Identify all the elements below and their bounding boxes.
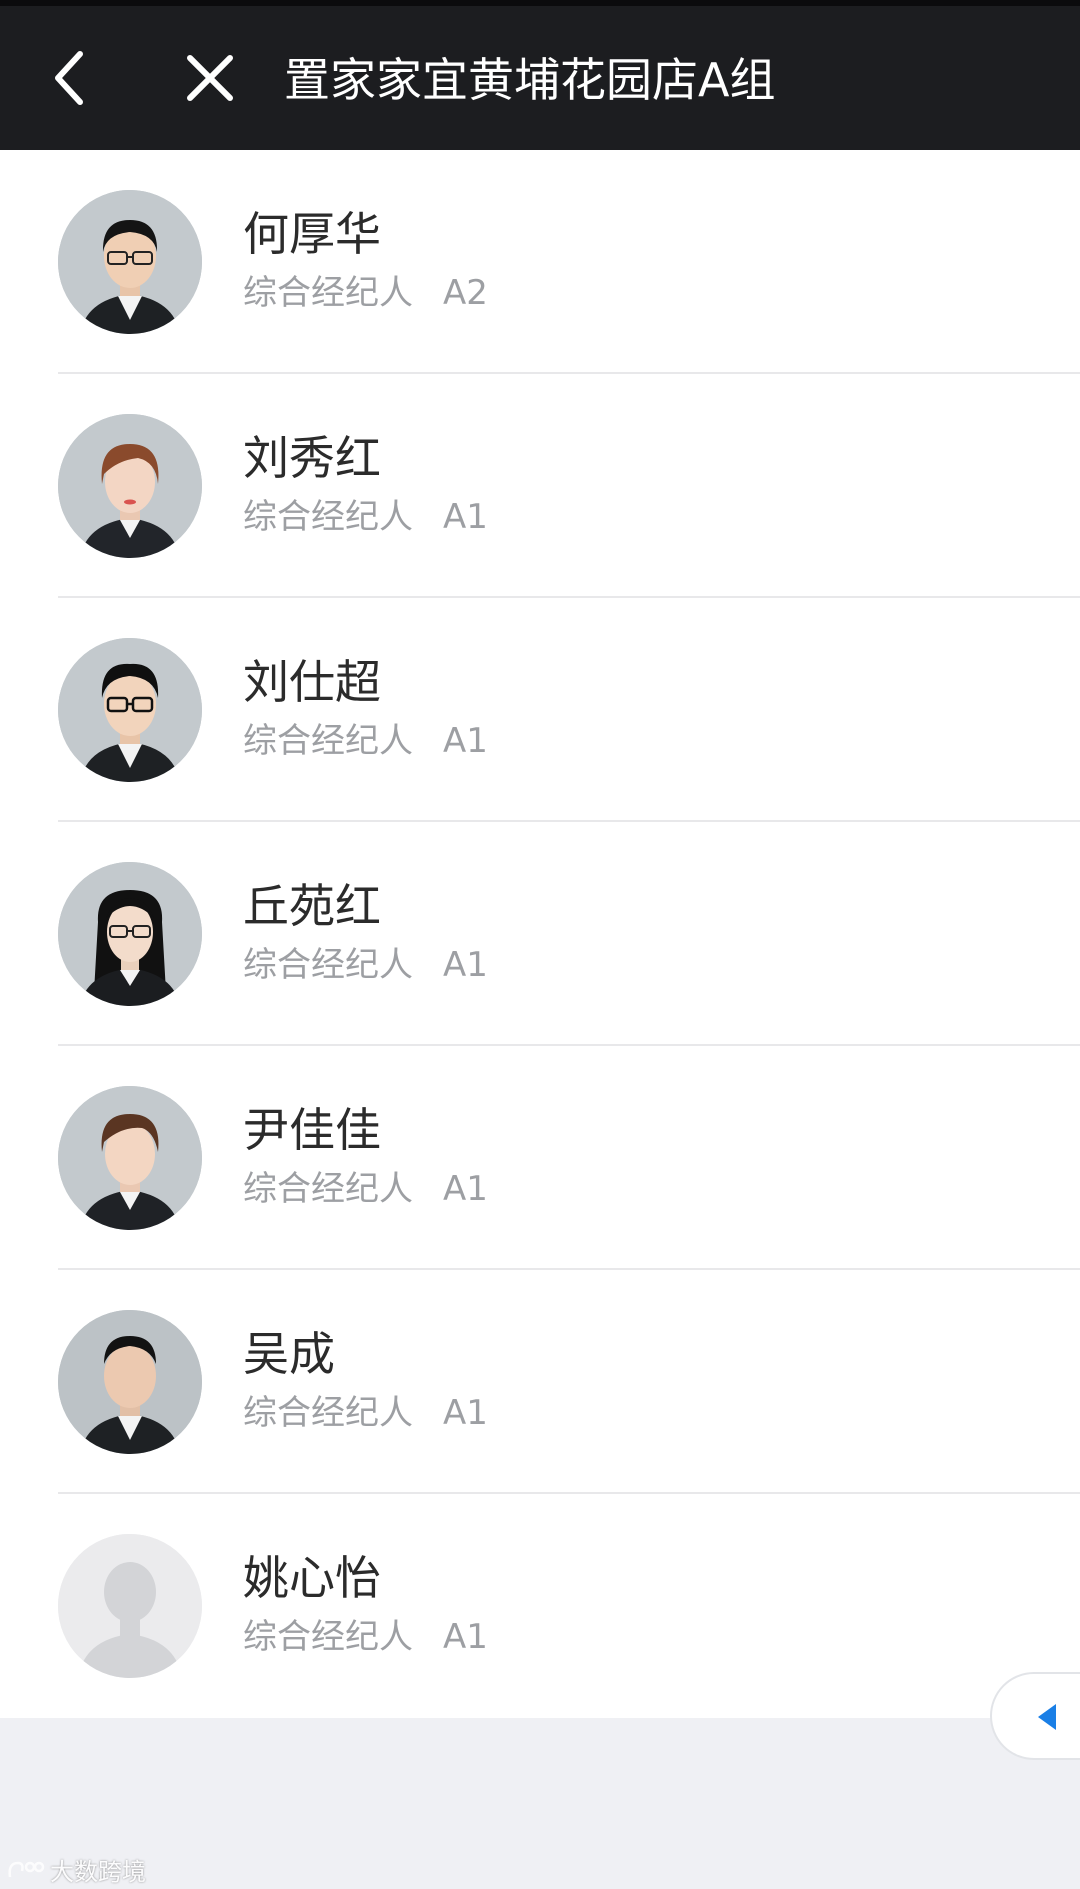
member-meta: 综合经纪人 A2 [243,272,488,314]
avatar [58,1086,202,1230]
member-name: 丘苑红 [243,879,381,933]
member-name: 刘仕超 [243,655,381,709]
member-meta: 综合经纪人 A1 [243,1392,488,1434]
avatar [58,1534,202,1678]
member-role: 综合经纪人 [243,945,413,985]
watermark: 大数跨境 [6,1852,146,1887]
watermark-text: 大数跨境 [50,1859,146,1886]
member-meta: 综合经纪人 A1 [243,1616,488,1658]
member-role: 综合经纪人 [243,721,413,761]
member-level: A1 [443,721,488,761]
member-meta: 综合经纪人 A1 [243,720,488,762]
floating-expand-button[interactable] [990,1672,1080,1760]
member-role: 综合经纪人 [243,1169,413,1209]
member-role: 综合经纪人 [243,1393,413,1433]
watermark-logo-icon [8,1861,45,1877]
triangle-left-icon [1038,1704,1056,1730]
member-level: A2 [443,273,488,313]
member-level: A1 [443,497,488,537]
member-name: 何厚华 [243,207,381,261]
member-level: A1 [443,945,488,985]
avatar [58,190,202,334]
close-icon[interactable] [178,46,242,110]
avatar [58,638,202,782]
navigation-bar: 置家家宜黄埔花园店A组 [0,6,1080,150]
list-item[interactable]: 尹佳佳 综合经纪人 A1 [0,1046,1080,1270]
member-name: 姚心怡 [243,1551,381,1605]
list-item[interactable]: 丘苑红 综合经纪人 A1 [0,822,1080,1046]
member-role: 综合经纪人 [243,497,413,537]
member-role: 综合经纪人 [243,1617,413,1657]
list-item[interactable]: 吴成 综合经纪人 A1 [0,1270,1080,1494]
member-level: A1 [443,1617,488,1657]
list-item[interactable]: 刘仕超 综合经纪人 A1 [0,598,1080,822]
member-meta: 综合经纪人 A1 [243,496,488,538]
list-item[interactable]: 何厚华 综合经纪人 A2 [0,150,1080,374]
page-title: 置家家宜黄埔花园店A组 [284,53,776,107]
member-list: 何厚华 综合经纪人 A2 刘秀红 综合经纪人 A1 刘仕超 综合经纪人 A1 丘… [0,150,1080,1718]
list-item[interactable]: 刘秀红 综合经纪人 A1 [0,374,1080,598]
member-level: A1 [443,1393,488,1433]
avatar [58,862,202,1006]
member-meta: 综合经纪人 A1 [243,1168,488,1210]
chevron-left-icon[interactable] [40,46,104,110]
member-level: A1 [443,1169,488,1209]
list-item[interactable]: 姚心怡 综合经纪人 A1 [0,1494,1080,1718]
member-name: 尹佳佳 [243,1103,381,1157]
member-meta: 综合经纪人 A1 [243,944,488,986]
avatar [58,1310,202,1454]
member-name: 吴成 [243,1327,335,1381]
avatar [58,414,202,558]
member-role: 综合经纪人 [243,273,413,313]
member-name: 刘秀红 [243,431,381,485]
